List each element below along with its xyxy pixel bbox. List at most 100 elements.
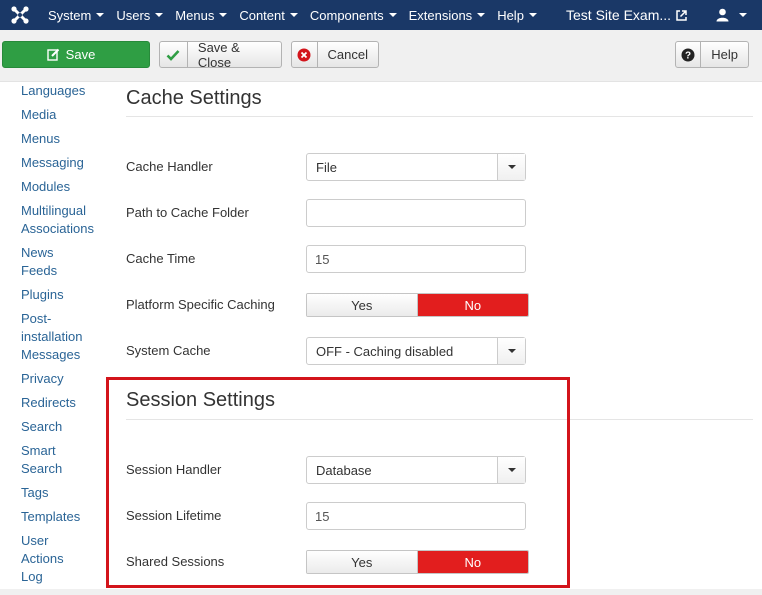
save-close-button[interactable]: Save & Close [159, 39, 282, 70]
help-button[interactable]: ? Help [675, 41, 749, 68]
sidebar-item-label: Messages [21, 347, 81, 362]
caret-down-icon [739, 13, 747, 17]
sidebar-item-user-actions-log[interactable]: User Actions Log [21, 532, 111, 586]
sidebar-item-label: Plugins [21, 287, 64, 302]
save-close-label: Save & Close [197, 39, 240, 70]
cache-path-label: Path to Cache Folder [126, 205, 249, 220]
sidebar-item-modules[interactable]: Modules [21, 178, 111, 196]
user-icon [716, 8, 729, 22]
sidebar-item-label: Languages [21, 83, 86, 98]
platform-caching-yes[interactable]: Yes [307, 294, 418, 316]
system-cache-value: OFF - Caching disabled [316, 343, 454, 359]
caret-down-icon [507, 165, 516, 169]
cancel-label: Cancel [327, 47, 368, 62]
sidebar-item-label: User [21, 533, 49, 548]
menu-users[interactable]: Users [116, 7, 164, 23]
sidebar-item-news-feeds[interactable]: News Feeds [21, 244, 111, 280]
caret-down-icon [96, 13, 105, 17]
sidebar-item-label: News [21, 245, 54, 260]
dropdown-toggle[interactable] [497, 338, 525, 364]
menu-label: Users [116, 7, 151, 23]
help-label: Help [711, 47, 738, 62]
divider [126, 116, 753, 117]
joomla-logo-icon[interactable] [10, 5, 30, 25]
sidebar-item-languages[interactable]: Languages [21, 82, 111, 100]
question-circle-icon: ? [676, 42, 702, 67]
external-link-icon [676, 9, 687, 21]
svg-text:?: ? [685, 50, 691, 61]
sidebar-item-label: Search [21, 419, 63, 434]
caret-down-icon [507, 349, 516, 353]
sidebar-item-label: Smart [21, 443, 56, 458]
checkmark-icon [160, 42, 188, 67]
sidebar-item-label: Redirects [21, 395, 76, 410]
menu-label: Content [239, 7, 285, 23]
sidebar: Languages Media Menus Messaging Modules … [21, 82, 111, 586]
menu-label: Components [309, 7, 384, 23]
cache-path-input[interactable] [306, 199, 526, 227]
menu-extensions[interactable]: Extensions [409, 8, 486, 23]
system-cache-select[interactable]: OFF - Caching disabled [306, 337, 526, 365]
edit-icon [46, 48, 59, 61]
sidebar-item-multilingual-associations[interactable]: Multilingual Associations [21, 202, 111, 238]
sidebar-item-label: Media [21, 107, 57, 122]
sidebar-item-label: Search [21, 461, 63, 476]
menu-menus[interactable]: Menus [175, 8, 228, 23]
sidebar-item-label: Post- [21, 311, 52, 326]
sidebar-item-redirects[interactable]: Redirects [21, 394, 111, 412]
system-cache-label: System Cache [126, 343, 211, 358]
cache-time-input[interactable] [306, 245, 526, 273]
cache-handler-label: Cache Handler [126, 159, 213, 174]
cache-time-label: Cache Time [126, 251, 196, 266]
save-button[interactable]: Save [2, 41, 150, 68]
platform-caching-toggle: Yes No [306, 293, 529, 317]
menu-help[interactable]: Help [497, 8, 537, 23]
platform-caching-no[interactable]: No [417, 294, 528, 316]
site-title-label: Test Site Exam... [566, 7, 672, 23]
save-label: Save [65, 47, 96, 62]
cache-settings-heading: Cache Settings [126, 87, 262, 109]
main-menu: System Users Menus Content Components Ex… [48, 0, 549, 30]
menu-content[interactable]: Content [239, 8, 298, 23]
caret-down-icon [289, 13, 298, 17]
sidebar-item-label: Privacy [21, 371, 64, 386]
menu-label: Extensions [408, 7, 473, 23]
cancel-circle-icon [292, 42, 318, 67]
sidebar-item-messaging[interactable]: Messaging [21, 154, 111, 172]
highlight-box [106, 377, 570, 588]
caret-down-icon [388, 13, 397, 17]
sidebar-item-smart-search[interactable]: Smart Search [21, 442, 111, 478]
sidebar-item-label: installation [21, 329, 83, 344]
menu-system[interactable]: System [48, 8, 105, 23]
dropdown-toggle[interactable] [497, 154, 525, 180]
sidebar-item-templates[interactable]: Templates [21, 508, 111, 526]
bottom-bar [0, 589, 762, 595]
sidebar-item-label: Associations [21, 221, 94, 236]
sidebar-item-label: Templates [21, 509, 81, 524]
sidebar-item-label: Messaging [21, 155, 84, 170]
sidebar-item-plugins[interactable]: Plugins [21, 286, 111, 304]
top-navbar: System Users Menus Content Components Ex… [0, 0, 762, 30]
menu-label: Help [497, 7, 524, 23]
sidebar-item-label: Multilingual [21, 203, 87, 218]
sidebar-item-privacy[interactable]: Privacy [21, 370, 111, 388]
cancel-button[interactable]: Cancel [291, 41, 379, 68]
sidebar-item-label: Feeds [21, 263, 58, 278]
cache-handler-select[interactable]: File [306, 153, 526, 181]
sidebar-item-media[interactable]: Media [21, 106, 111, 124]
caret-down-icon [219, 13, 228, 17]
sidebar-item-label: Modules [21, 179, 71, 194]
sidebar-item-label: Log [21, 569, 43, 584]
sidebar-item-post-installation-messages[interactable]: Post-installation Messages [21, 310, 111, 364]
sidebar-item-label: Menus [21, 131, 61, 146]
site-title-link[interactable]: Test Site Exam... [566, 0, 687, 30]
menu-components[interactable]: Components [310, 8, 397, 23]
sidebar-item-tags[interactable]: Tags [21, 484, 111, 502]
sidebar-item-label: Tags [21, 485, 49, 500]
sidebar-item-menus[interactable]: Menus [21, 130, 111, 148]
caret-down-icon [155, 13, 164, 17]
sidebar-item-label: Actions [21, 551, 64, 566]
sidebar-item-search[interactable]: Search [21, 418, 111, 436]
caret-down-icon [477, 13, 486, 17]
user-menu[interactable] [716, 0, 747, 30]
